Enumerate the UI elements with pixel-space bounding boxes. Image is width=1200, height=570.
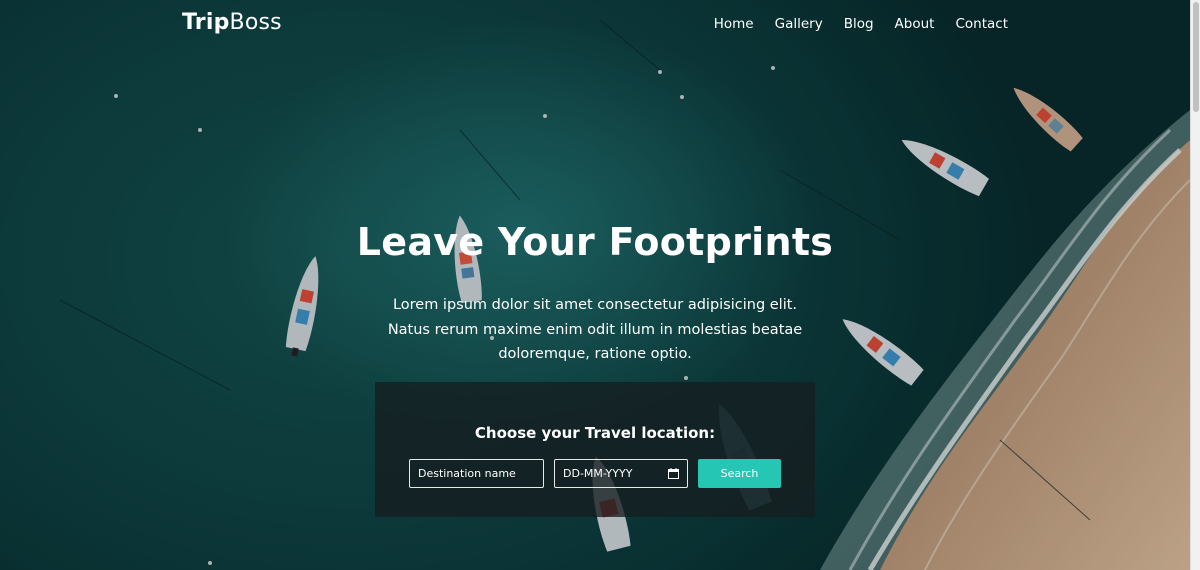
search-panel: Choose your Travel location: Destination… xyxy=(375,382,815,517)
destination-placeholder: Destination name xyxy=(418,467,516,480)
brand-logo-bold: Trip xyxy=(182,10,230,35)
scrollbar-thumb[interactable] xyxy=(1193,2,1199,112)
brand-logo[interactable]: TripBoss xyxy=(182,10,282,35)
nav-link-contact[interactable]: Contact xyxy=(955,16,1008,32)
main-nav: Home Gallery Blog About Contact xyxy=(693,16,1008,32)
search-panel-title: Choose your Travel location: xyxy=(474,424,716,442)
date-placeholder: DD-MM-YYYY xyxy=(563,467,633,480)
nav-link-home[interactable]: Home xyxy=(714,16,754,32)
hero-headline: Leave Your Footprints xyxy=(356,220,834,264)
hero-lead-text: Lorem ipsum dolor sit amet consectetur a… xyxy=(387,297,803,362)
top-navigation: TripBoss Home Gallery Blog About Contact xyxy=(0,0,1190,50)
calendar-icon[interactable] xyxy=(668,468,679,479)
nav-link-gallery[interactable]: Gallery xyxy=(775,16,823,32)
date-input[interactable]: DD-MM-YYYY xyxy=(554,459,688,488)
search-button[interactable]: Search xyxy=(698,459,781,488)
nav-link-about[interactable]: About xyxy=(895,16,935,32)
brand-logo-light: Boss xyxy=(229,10,282,35)
page-scrollbar[interactable] xyxy=(1190,0,1200,570)
nav-link-blog[interactable]: Blog xyxy=(844,16,874,32)
destination-input[interactable]: Destination name xyxy=(409,459,544,488)
